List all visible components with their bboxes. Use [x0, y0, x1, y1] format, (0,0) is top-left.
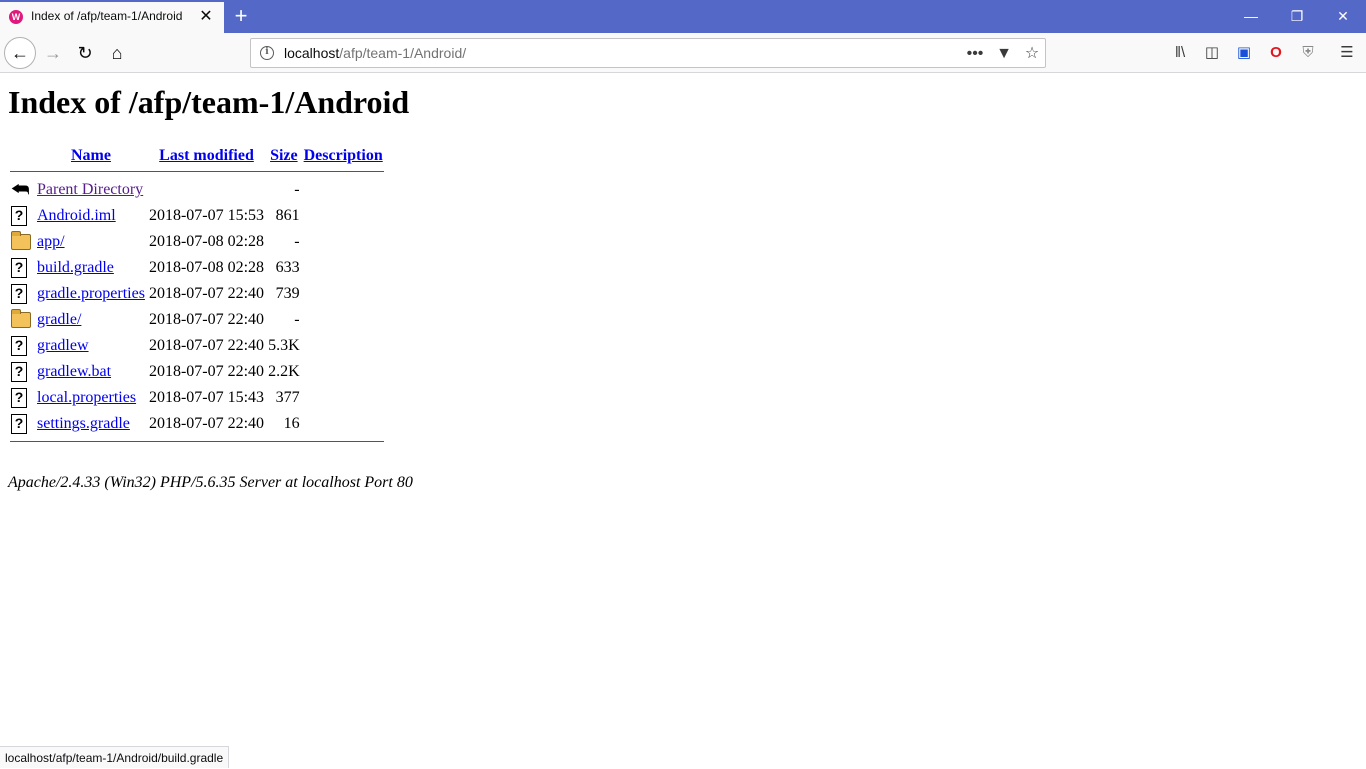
separator-row: [10, 438, 384, 446]
forward-button[interactable]: →: [39, 39, 67, 67]
divider: [10, 171, 384, 172]
pocket-icon[interactable]: ▼: [994, 44, 1014, 64]
column-header-last-modified: Last modified: [148, 146, 265, 166]
file-link[interactable]: gradlew: [37, 337, 89, 354]
header-row: Name Last modified Size Description: [10, 146, 384, 166]
home-button[interactable]: ⌂: [103, 39, 131, 67]
size-cell: 633: [275, 259, 300, 276]
sort-by-description-link[interactable]: Description: [304, 147, 383, 164]
file-link[interactable]: build.gradle: [37, 259, 114, 276]
restore-window-button[interactable]: ❐: [1274, 0, 1320, 33]
divider: [10, 441, 384, 442]
navigation-toolbar: ← → ↻ ⌂ i localhost/afp/team-1/Android/ …: [0, 33, 1366, 73]
file-link[interactable]: settings.gradle: [37, 415, 130, 432]
unknown-file-icon: ?: [11, 336, 27, 356]
minimize-window-button[interactable]: —: [1228, 0, 1274, 33]
modified-cell: 2018-07-07 22:40: [148, 337, 265, 354]
close-window-button[interactable]: ✕: [1320, 0, 1366, 33]
file-link[interactable]: Android.iml: [37, 207, 116, 224]
url-path: /afp/team-1/Android/: [339, 45, 467, 61]
active-tab[interactable]: W Index of /afp/team-1/Android ✕: [0, 0, 224, 33]
size-cell: -: [294, 311, 300, 328]
page-actions-icon[interactable]: •••: [965, 44, 985, 64]
size-cell: 16: [283, 415, 300, 432]
table-row: app/ 2018-07-08 02:28 -: [10, 230, 384, 254]
opera-extension-icon[interactable]: O: [1266, 43, 1286, 63]
size-cell: 861: [275, 207, 300, 224]
table-row: gradle/ 2018-07-07 22:40 -: [10, 308, 384, 332]
modified-cell: 2018-07-07 15:53: [148, 207, 265, 224]
folder-link[interactable]: app/: [37, 233, 65, 250]
parent-directory-link[interactable]: Parent Directory: [37, 181, 143, 198]
unknown-file-icon: ?: [11, 388, 27, 408]
url-host: localhost: [284, 45, 340, 61]
file-link[interactable]: gradle.properties: [37, 285, 145, 302]
tab-title: Index of /afp/team-1/Android: [31, 9, 183, 23]
back-button[interactable]: ←: [4, 37, 36, 69]
close-tab-icon[interactable]: ✕: [198, 9, 214, 25]
modified-cell: 2018-07-07 22:40: [148, 311, 265, 328]
server-signature: Apache/2.4.33 (Win32) PHP/5.6.35 Server …: [8, 474, 413, 491]
table-row: ? gradlew.bat 2018-07-07 22:40 2.2K: [10, 360, 384, 384]
column-header-name: Name: [36, 146, 146, 166]
menu-icon[interactable]: ☰: [1337, 43, 1357, 63]
modified-cell: 2018-07-07 22:40: [148, 285, 265, 302]
modified-cell: 2018-07-08 02:28: [148, 259, 265, 276]
column-header-size: Size: [267, 146, 301, 166]
shield-extension-icon[interactable]: ⛨: [1298, 43, 1318, 63]
status-bar: localhost/afp/team-1/Android/build.gradl…: [0, 746, 230, 768]
folder-icon: [11, 309, 31, 329]
size-cell: 2.2K: [268, 363, 300, 380]
table-row: ? local.properties 2018-07-07 15:43 377: [10, 386, 384, 410]
modified-cell: 2018-07-08 02:28: [148, 233, 265, 250]
table-row: ? Android.iml 2018-07-07 15:53 861: [10, 204, 384, 228]
table-row-parent: ⮪ Parent Directory -: [10, 178, 384, 202]
url-bar[interactable]: i localhost/afp/team-1/Android/ ••• ▼ ☆: [250, 38, 1046, 68]
file-link[interactable]: gradlew.bat: [37, 363, 111, 380]
new-tab-button[interactable]: +: [230, 4, 252, 28]
separator-row: [10, 168, 384, 176]
title-bar: W Index of /afp/team-1/Android ✕ + — ❐ ✕: [0, 0, 1366, 33]
sort-by-name-link[interactable]: Name: [71, 147, 111, 164]
unknown-file-icon: ?: [11, 258, 27, 278]
modified-cell: 2018-07-07 15:43: [148, 389, 265, 406]
site-info-icon[interactable]: i: [260, 46, 274, 60]
directory-listing: Name Last modified Size Description ⮪ Pa…: [8, 144, 386, 448]
unknown-file-icon: ?: [11, 284, 27, 304]
unknown-file-icon: ?: [11, 414, 27, 434]
folder-icon: [11, 231, 31, 251]
url-text[interactable]: localhost/afp/team-1/Android/: [284, 45, 466, 61]
modified-cell: 2018-07-07 22:40: [148, 363, 265, 380]
page-title: Index of /afp/team-1/Android: [8, 84, 410, 120]
table-row: ? settings.gradle 2018-07-07 22:40 16: [10, 412, 384, 436]
size-cell: -: [294, 233, 300, 250]
modified-cell: 2018-07-07 22:40: [148, 415, 265, 432]
sidebar-icon[interactable]: ◫: [1202, 43, 1222, 63]
reload-button[interactable]: ↻: [71, 39, 99, 67]
back-arrow-icon: ⮪: [11, 179, 30, 202]
library-icon[interactable]: ‖\: [1170, 43, 1190, 63]
unknown-file-icon: ?: [11, 362, 27, 382]
table-row: ? gradlew 2018-07-07 22:40 5.3K: [10, 334, 384, 358]
file-link[interactable]: local.properties: [37, 389, 136, 406]
bookmark-star-icon[interactable]: ☆: [1022, 44, 1042, 64]
unknown-file-icon: ?: [11, 206, 27, 226]
icon-column-header: [10, 146, 34, 166]
size-cell: 377: [275, 389, 300, 406]
download-extension-icon[interactable]: ▣: [1234, 43, 1254, 63]
wamp-favicon-icon: W: [9, 10, 23, 24]
column-header-description: Description: [303, 146, 384, 166]
sort-by-modified-link[interactable]: Last modified: [159, 147, 254, 164]
size-cell: 739: [275, 285, 300, 302]
sort-by-size-link[interactable]: Size: [270, 147, 298, 164]
size-cell: -: [294, 181, 300, 198]
size-cell: 5.3K: [268, 337, 300, 354]
table-row: ? build.gradle 2018-07-08 02:28 633: [10, 256, 384, 280]
folder-link[interactable]: gradle/: [37, 311, 81, 328]
table-row: ? gradle.properties 2018-07-07 22:40 739: [10, 282, 384, 306]
